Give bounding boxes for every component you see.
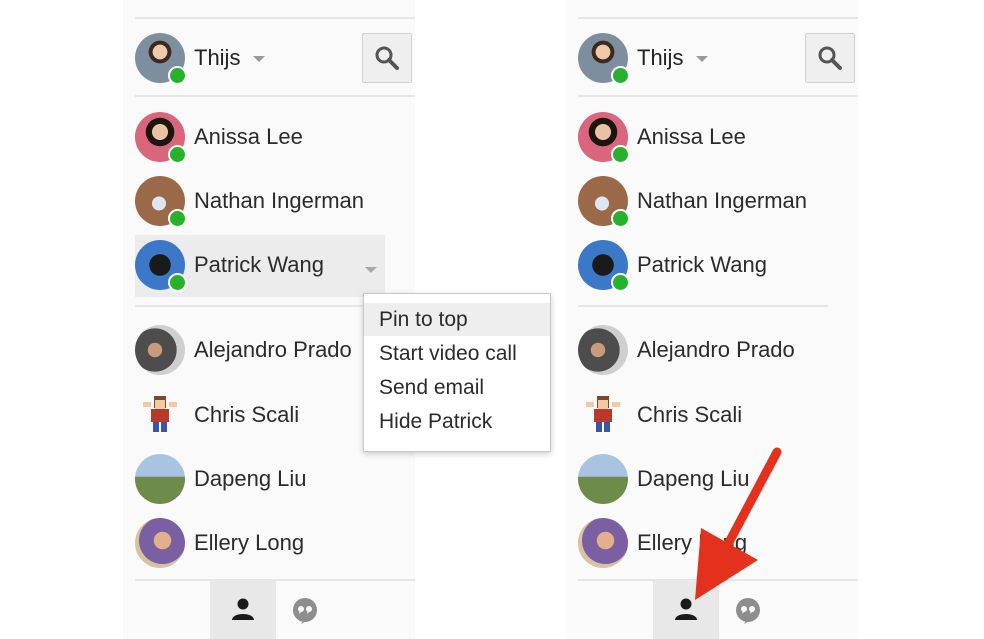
avatar <box>135 176 187 228</box>
chevron-down-icon[interactable] <box>365 267 377 273</box>
contact-name: Nathan Ingerman <box>194 188 364 213</box>
contact-name: Nathan Ingerman <box>637 188 807 213</box>
online-status-dot <box>611 66 630 85</box>
menu-item-start-video-call[interactable]: Start video call <box>364 337 550 370</box>
contact-context-menu: Pin to top Start video call Send email H… <box>363 293 551 452</box>
avatar <box>578 325 628 375</box>
divider <box>135 17 415 19</box>
person-icon <box>232 598 254 620</box>
divider <box>578 305 828 307</box>
avatar <box>578 112 630 164</box>
owner-name[interactable]: Thijs <box>194 45 240 71</box>
divider <box>135 305 385 307</box>
red-arrow-annotation <box>695 447 782 600</box>
contact-name: Dapeng Liu <box>194 466 307 491</box>
contact-name: Patrick Wang <box>194 252 325 277</box>
avatar <box>578 176 630 228</box>
avatar <box>135 112 187 164</box>
owner-avatar[interactable] <box>578 33 630 85</box>
avatar <box>578 518 628 568</box>
menu-item-hide-contact[interactable]: Hide Patrick <box>364 405 550 438</box>
search-icon <box>375 46 399 70</box>
avatar <box>135 325 185 375</box>
menu-item-send-email[interactable]: Send email <box>364 371 550 404</box>
contact-row[interactable]: Dapeng Liu <box>135 454 415 516</box>
contact-row[interactable]: Anissa Lee <box>135 112 415 174</box>
contact-row[interactable]: Ellery Long <box>135 518 415 580</box>
tab-chats[interactable] <box>285 580 345 639</box>
avatar <box>135 240 187 292</box>
avatar <box>135 454 185 504</box>
contact-name: Alejandro Prado <box>637 337 795 362</box>
avatar <box>578 240 630 292</box>
chevron-down-icon[interactable] <box>253 56 265 62</box>
online-status-dot <box>168 273 187 292</box>
avatar <box>578 390 628 440</box>
divider <box>135 95 415 97</box>
contact-row[interactable]: Nathan Ingerman <box>578 176 858 238</box>
owner-name[interactable]: Thijs <box>637 45 683 71</box>
menu-item-pin-to-top[interactable]: Pin to top <box>364 303 550 336</box>
search-icon <box>818 46 842 70</box>
online-status-dot <box>611 145 630 164</box>
contact-name: Ellery Long <box>194 530 305 555</box>
bottom-tab-bar <box>135 580 415 639</box>
contact-name: Chris Scali <box>637 402 743 427</box>
avatar <box>578 454 628 504</box>
avatar <box>135 518 185 568</box>
contact-row[interactable]: Anissa Lee <box>578 112 858 174</box>
search-button[interactable] <box>805 33 855 83</box>
contact-row[interactable]: Alejandro Prado <box>578 325 858 387</box>
contact-name: Chris Scali <box>194 402 300 427</box>
avatar <box>135 390 185 440</box>
divider <box>578 17 858 19</box>
search-button[interactable] <box>362 33 412 83</box>
contact-row[interactable]: Nathan Ingerman <box>135 176 415 238</box>
divider <box>578 95 858 97</box>
contact-name: Alejandro Prado <box>194 337 352 362</box>
tab-people[interactable] <box>210 580 276 639</box>
owner-avatar[interactable] <box>135 33 187 85</box>
quote-chat-icon <box>293 598 317 624</box>
online-status-dot <box>168 145 187 164</box>
online-status-dot <box>611 273 630 292</box>
chevron-down-icon[interactable] <box>696 56 708 62</box>
contact-name: Patrick Wang <box>637 252 768 277</box>
contact-name: Anissa Lee <box>637 124 746 149</box>
contact-row[interactable]: Patrick Wang <box>578 240 858 302</box>
online-status-dot <box>168 209 187 228</box>
contact-name: Anissa Lee <box>194 124 303 149</box>
online-status-dot <box>168 66 187 85</box>
online-status-dot <box>611 209 630 228</box>
